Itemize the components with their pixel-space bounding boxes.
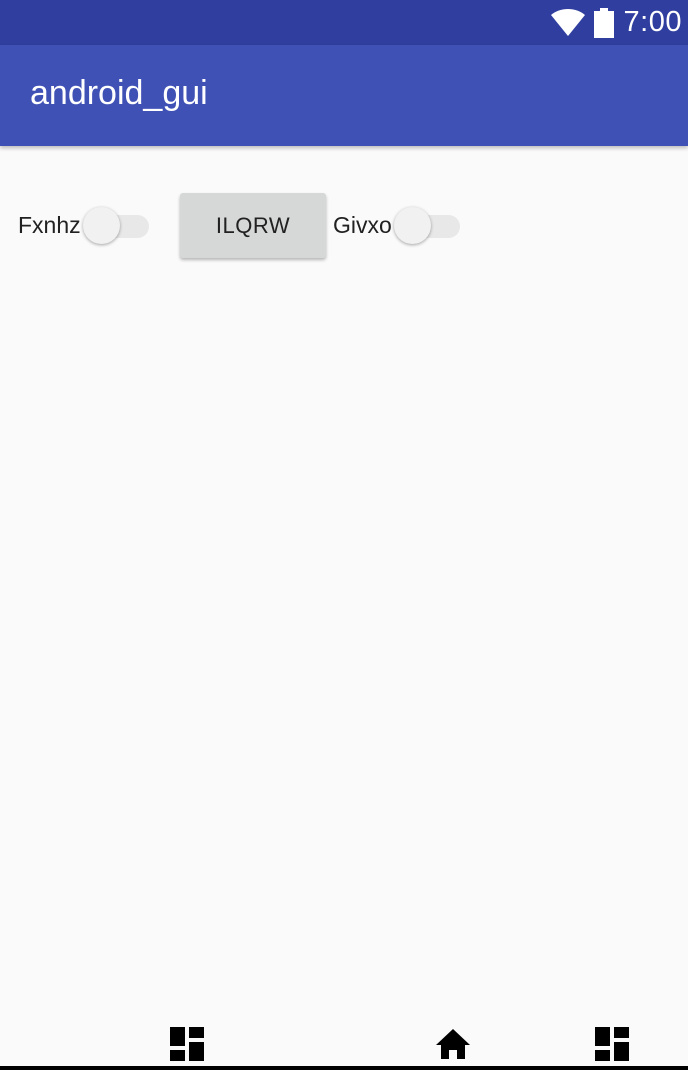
nav-baseline <box>0 1066 688 1070</box>
ilqrw-button[interactable]: ILQRW <box>180 193 326 258</box>
status-time: 7:00 <box>623 6 682 38</box>
switch-thumb <box>394 207 431 244</box>
switch-label-givxo: Givxo <box>333 212 392 238</box>
app-title: android_gui <box>30 74 208 112</box>
switch-fxnhz[interactable] <box>83 206 149 246</box>
wifi-icon <box>550 8 585 36</box>
status-bar: 7:00 <box>0 0 688 45</box>
switch-givxo[interactable] <box>394 206 460 246</box>
home-icon[interactable] <box>436 1027 470 1061</box>
navigation-bar <box>0 1018 688 1070</box>
switch-label-fxnhz: Fxnhz <box>18 212 81 238</box>
battery-icon <box>593 7 614 38</box>
status-icons: 7:00 <box>550 0 682 45</box>
dashboard-icon[interactable] <box>595 1027 629 1061</box>
content-area: Fxnhz ILQRW Givxo <box>0 146 688 1036</box>
app-bar: android_gui <box>0 45 688 146</box>
dashboard-icon[interactable] <box>170 1027 204 1061</box>
switch-thumb <box>83 207 120 244</box>
